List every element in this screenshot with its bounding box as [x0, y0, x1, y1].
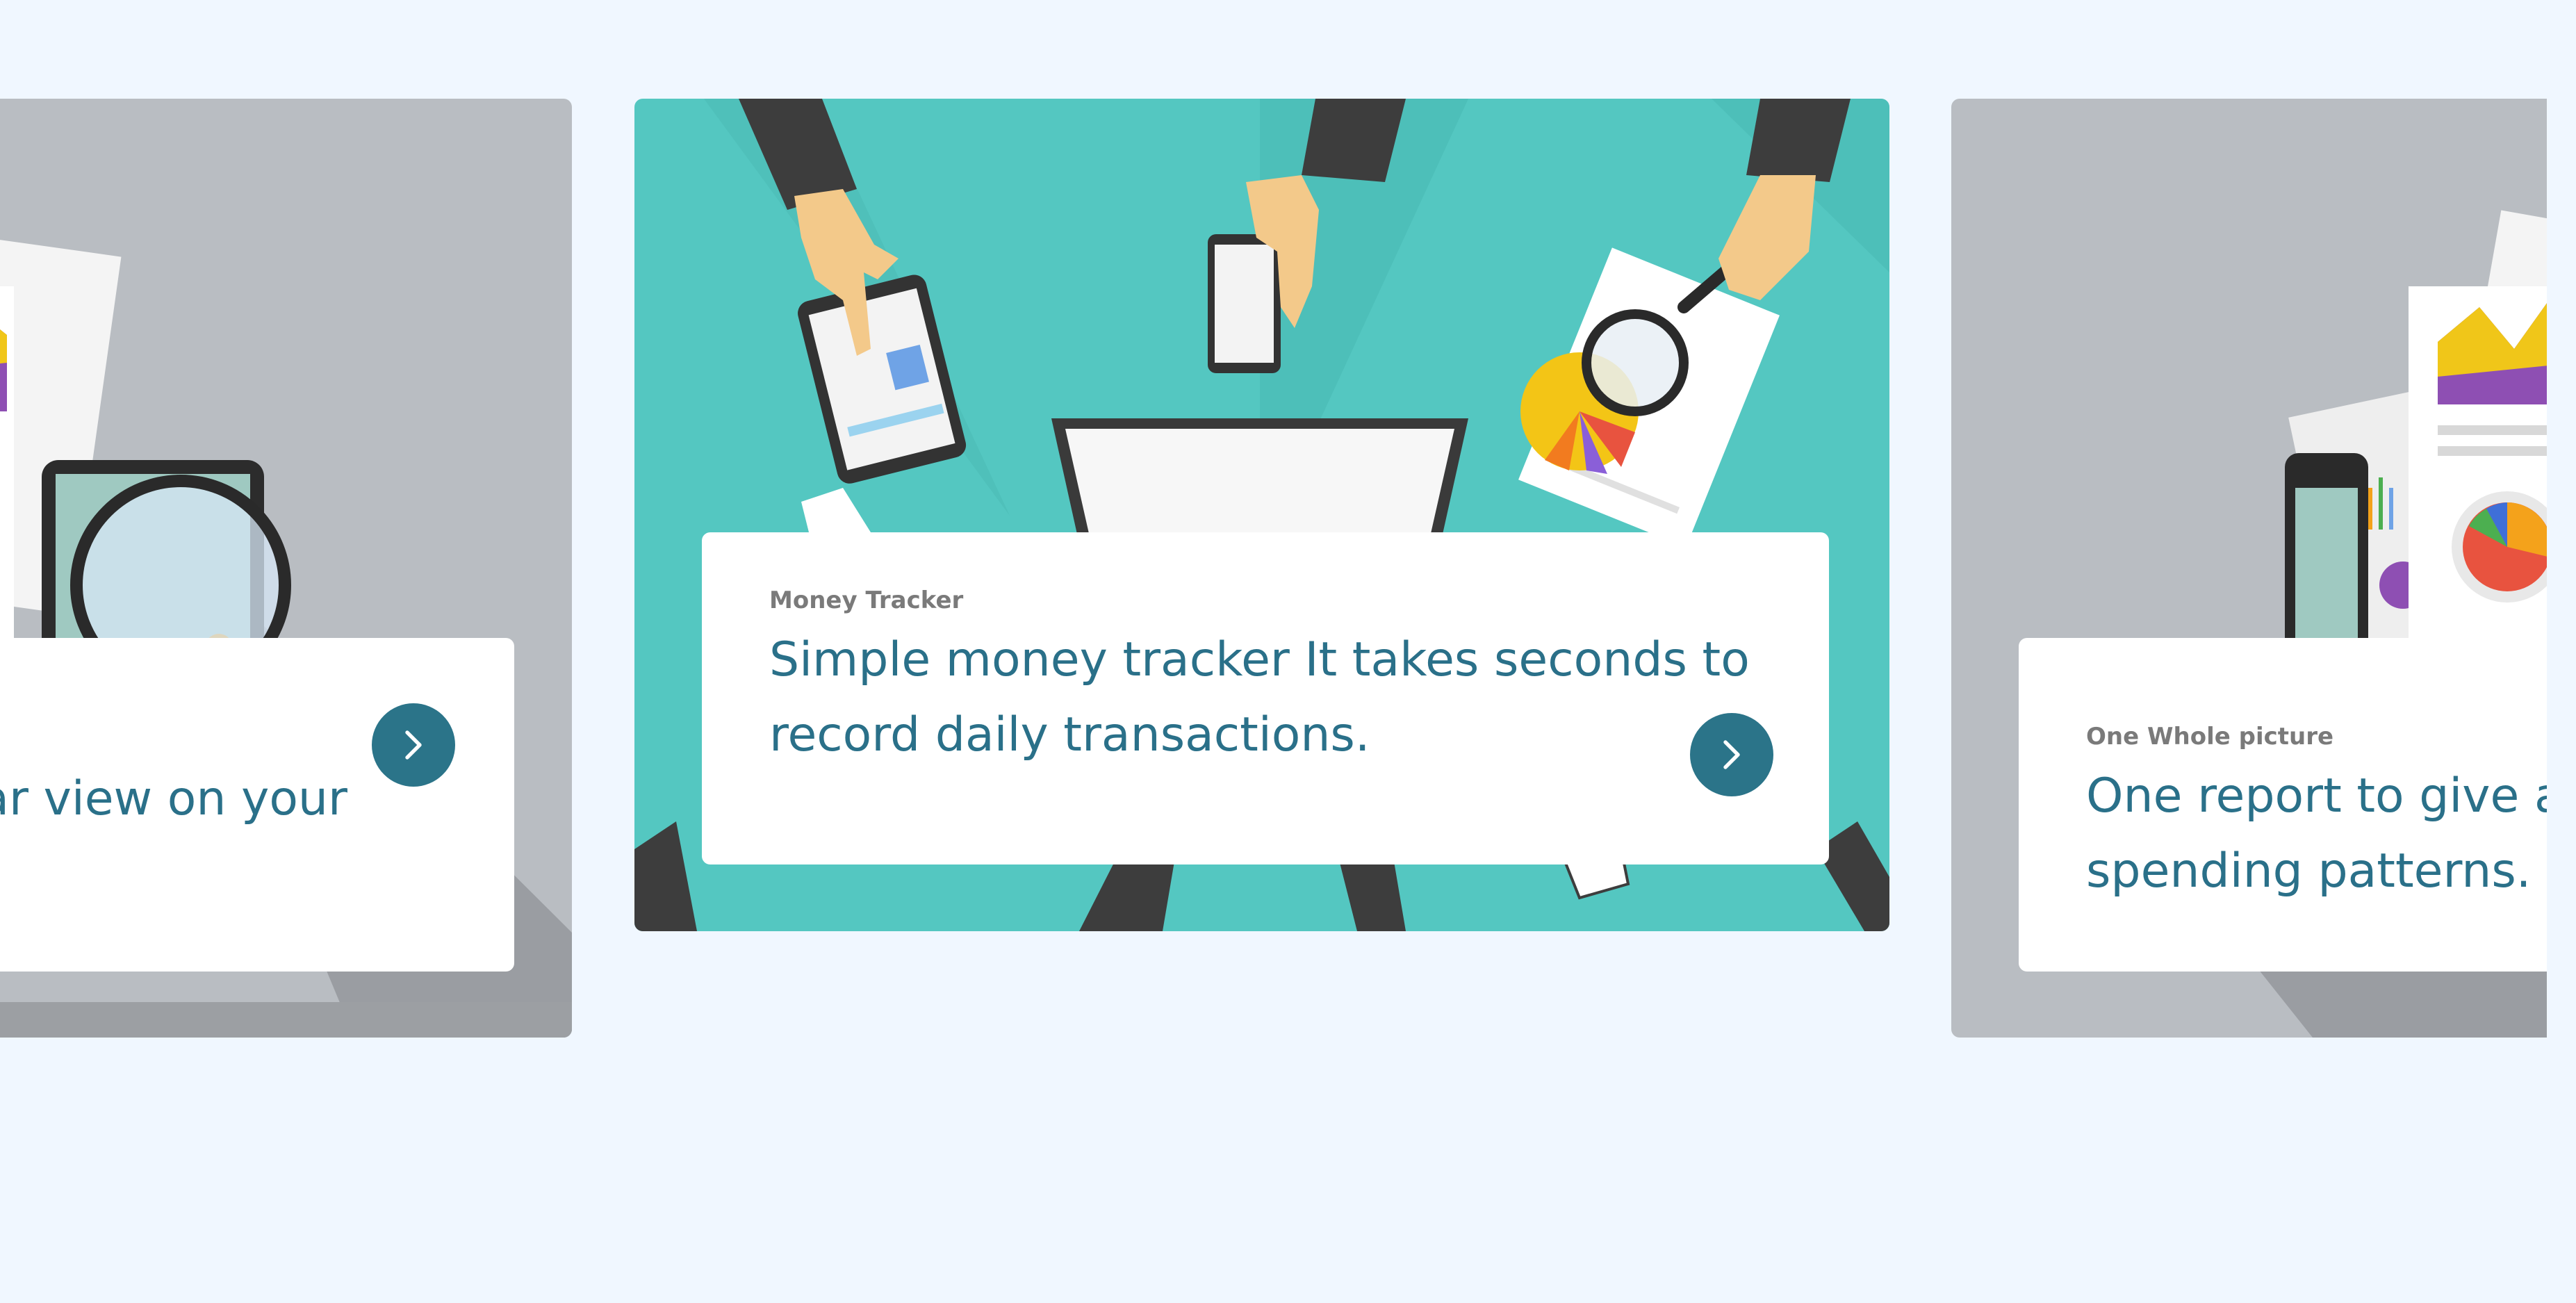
carousel-card-money-tracker[interactable]: Money Tracker Simple money tracker It ta… [634, 99, 1889, 931]
card-text-panel: One Whole picture One report to give a s… [2019, 638, 2547, 972]
feature-carousel: ar view on your Money Tracker Simple mon… [0, 0, 2547, 1303]
card-text-panel: ar view on your [0, 638, 514, 972]
chevron-right-icon [405, 730, 422, 760]
card-headline: One report to give a spending patterns. [2086, 769, 2547, 899]
card-headline: ar view on your [0, 771, 347, 826]
carousel-card-analytics[interactable]: ar view on your [0, 99, 572, 1038]
chevron-right-icon [1723, 740, 1740, 769]
card-headline: Simple money tracker It takes seconds to… [769, 632, 1750, 762]
next-arrow-button[interactable] [372, 703, 455, 787]
next-arrow-button[interactable] [1690, 713, 1773, 796]
card-text-panel: Money Tracker Simple money tracker It ta… [702, 532, 1829, 864]
card-eyebrow: Money Tracker [769, 587, 964, 614]
card-eyebrow: One Whole picture [2086, 723, 2334, 751]
carousel-card-whole-picture[interactable]: One Whole picture One report to give a s… [1951, 99, 2547, 1038]
